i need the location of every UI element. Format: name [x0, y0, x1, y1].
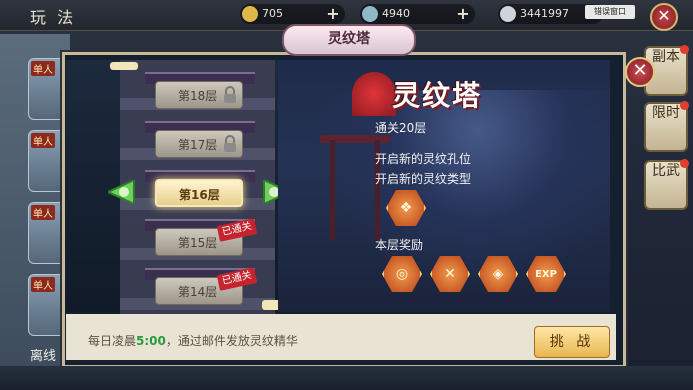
- add-jade-button[interactable]: +: [453, 4, 473, 24]
- resource-value: 705: [262, 7, 283, 20]
- notification-dot: [680, 159, 689, 168]
- tower-floor-16-current[interactable]: 第16层: [155, 179, 243, 207]
- entry-badge: 单人: [31, 205, 55, 220]
- modal-title: 灵纹塔: [282, 24, 416, 56]
- notification-dot: [680, 101, 689, 110]
- tab-label: 副本: [652, 49, 680, 65]
- modal-close-icon[interactable]: ✕: [625, 57, 655, 87]
- jade-icon: [362, 6, 378, 22]
- pass-requirement: 通关20层: [375, 121, 427, 135]
- lock-icon: [224, 86, 236, 103]
- tower-floor-17[interactable]: 第17层: [155, 130, 243, 158]
- page-title: 玩 法: [30, 8, 77, 27]
- arrow-left-icon[interactable]: [108, 180, 136, 204]
- tower-logo-title: 灵纹塔: [392, 79, 483, 112]
- challenge-button[interactable]: 挑 战: [534, 326, 610, 358]
- floor-label: 第16层: [179, 188, 220, 202]
- add-coin-button[interactable]: +: [323, 4, 343, 24]
- lock-icon: [224, 135, 236, 152]
- unlock-line-2: 开启新的灵纹类型: [375, 172, 472, 186]
- floor-label: 第14层: [178, 285, 218, 299]
- tower-floor-18[interactable]: 第18层: [155, 81, 243, 109]
- entry-badge: 单人: [31, 61, 55, 76]
- resource-value: 4940: [382, 7, 410, 20]
- coin-icon: [242, 6, 258, 22]
- torii-gate-pillars: [330, 140, 380, 240]
- offline-label: 离线: [30, 349, 57, 364]
- note-prefix: 每日凌晨: [88, 334, 137, 348]
- unlock-line-1: 开启新的灵纹孔位: [375, 152, 472, 166]
- daily-reward-note: 每日凌晨5:00，通过邮件发放灵纹精华: [88, 332, 298, 349]
- exp-label: EXP: [535, 268, 557, 280]
- resource-jade: 4940 +: [360, 4, 475, 24]
- tab-duel[interactable]: 比武: [644, 159, 689, 210]
- bottom-frame: [0, 366, 693, 390]
- floor-label: 第15层: [178, 236, 218, 250]
- fan-logo-icon: [352, 72, 396, 116]
- tab-label: 比武: [652, 163, 680, 179]
- tab-limited[interactable]: 限时: [644, 101, 689, 152]
- silver-icon: [500, 6, 516, 22]
- tab-label: 限时: [652, 105, 680, 121]
- resource-value: 3441997: [520, 7, 569, 20]
- resource-coin: 705 +: [240, 4, 345, 24]
- record-window-button[interactable]: 错误窗口: [585, 5, 635, 19]
- floor-label: 第17层: [178, 138, 218, 152]
- floor-label: 第18层: [178, 89, 218, 103]
- note-time: 5:00: [136, 334, 166, 348]
- entry-badge: 单人: [31, 277, 55, 292]
- scroll-handle-top: [110, 62, 138, 70]
- notification-dot: [680, 45, 689, 54]
- entry-badge: 单人: [31, 133, 55, 148]
- note-suffix: ，通过邮件发放灵纹精华: [165, 334, 298, 348]
- close-icon[interactable]: ✕: [650, 3, 678, 31]
- reward-label: 本层奖励: [375, 238, 424, 252]
